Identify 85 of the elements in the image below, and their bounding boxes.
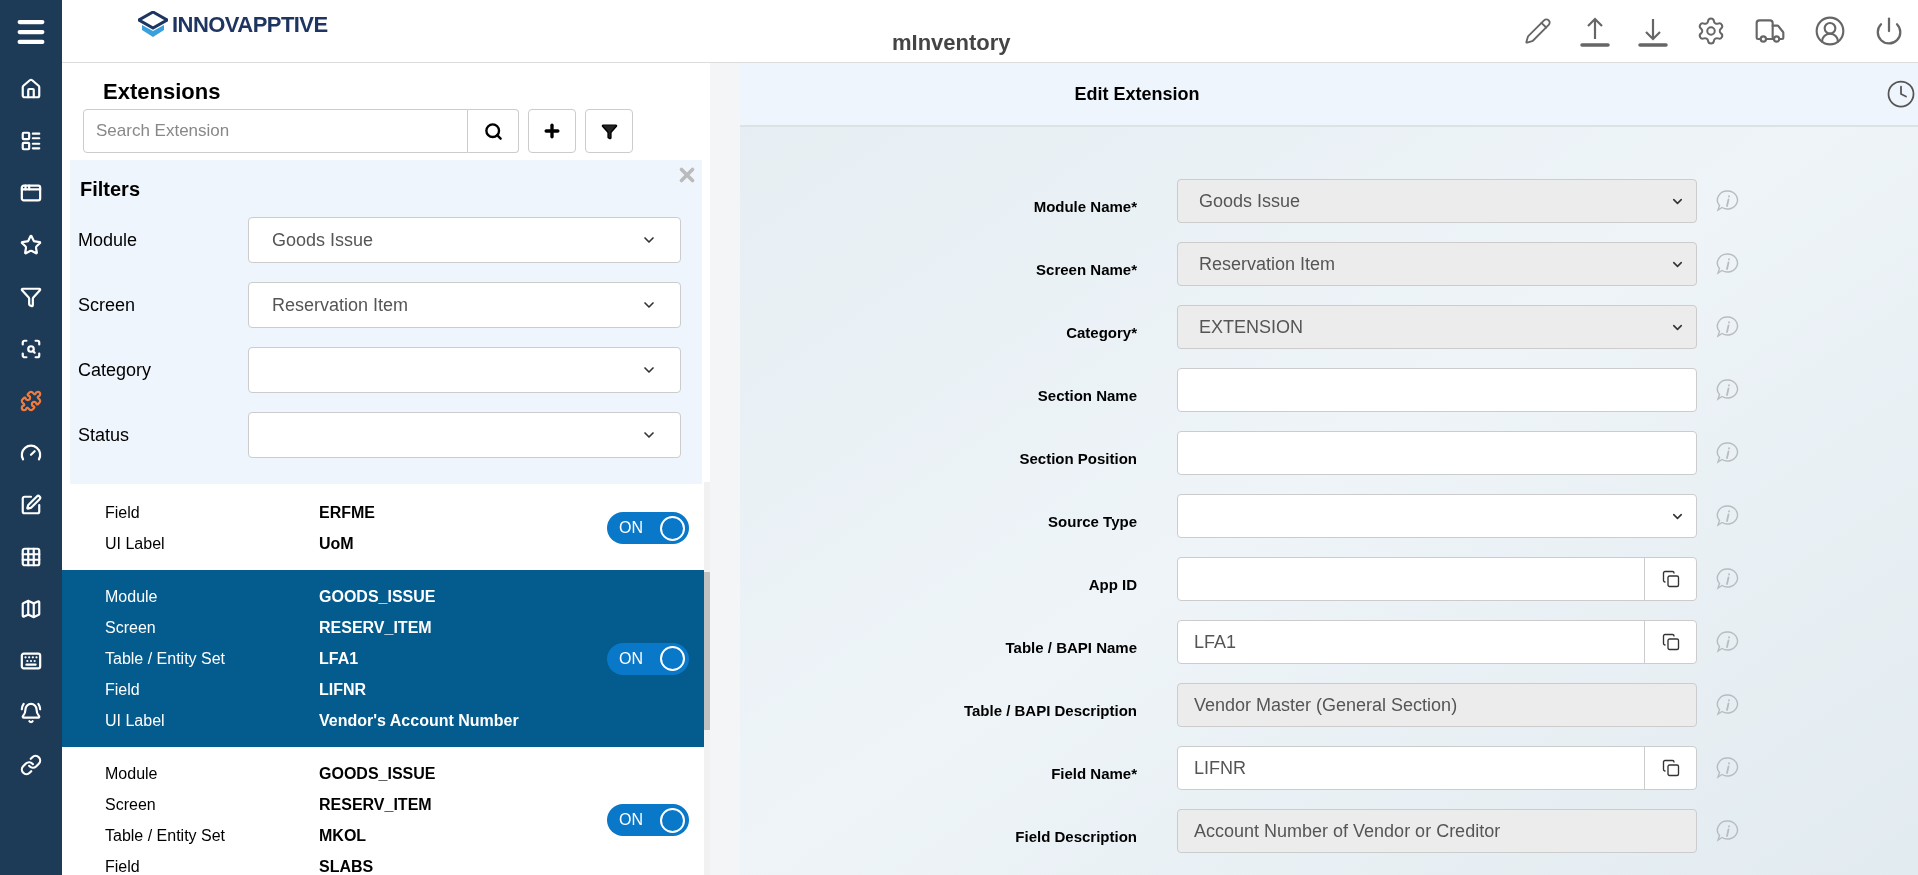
form-label: Section Name [1036,385,1137,406]
toggle-switch[interactable]: ON [607,804,689,836]
add-button[interactable] [528,109,576,153]
field-value: LIFNR [319,679,367,700]
bell-icon [20,702,42,724]
filter-label: Module [78,228,139,252]
logo-icon [138,10,168,39]
link-icon [20,754,42,776]
window-icon [20,182,42,204]
lookup-field[interactable]: LFA1 [1177,620,1697,664]
field-value: SLABS [319,856,374,875]
panel-title: Extensions [103,78,222,105]
field-label: UI Label [105,710,166,731]
edit-title: Edit Extension [1073,82,1201,106]
field-value: RESERV_ITEM [319,617,432,638]
power-icon[interactable] [1874,16,1904,46]
filter-select[interactable]: Reservation Item [248,282,681,328]
copy-icon[interactable] [1661,633,1680,651]
field-label: Module [105,586,159,607]
filter-label: Screen [78,293,137,317]
form-label: Category* [1065,322,1137,343]
app-title: mInventory [892,29,1011,57]
edit-icon [20,494,42,516]
field-label: Screen [105,794,157,815]
filter-select[interactable]: Goods Issue [248,217,681,263]
form-label: Table / BAPI Description [962,700,1137,721]
form-label: Source Type [1047,511,1137,532]
filter-icon [20,286,42,308]
scrollbar[interactable] [704,482,710,875]
field-value: GOODS_ISSUE [319,763,436,784]
user-icon[interactable] [1814,15,1846,47]
filters-title: Filters [80,177,141,202]
field-value: LFA1 [319,648,359,669]
search-button[interactable] [468,109,519,153]
search-icon[interactable] [483,121,503,141]
toggle-switch[interactable]: ON [607,512,689,544]
copy-icon[interactable] [1661,759,1680,777]
plus-icon[interactable] [542,121,562,141]
form-label: Screen Name* [1035,259,1137,280]
filter-button[interactable] [585,109,633,153]
search-field[interactable]: Search Extension [83,109,468,153]
field-label: Table / Entity Set [105,648,227,669]
list-icon [20,130,42,152]
grid-icon [20,546,42,568]
logo-text: INNOVAPPTIVE [172,11,328,39]
field-label: Field [105,856,141,875]
filter-label: Category [78,358,153,382]
filter-label: Status [78,423,131,447]
edit-icon[interactable] [1524,17,1552,45]
lookup-field[interactable] [1177,557,1697,601]
history-icon[interactable] [1886,79,1916,109]
field-value: ERFME [319,502,375,523]
field-value: GOODS_ISSUE [319,586,436,607]
star-icon [20,234,42,256]
map-icon [20,598,42,620]
field-value: Vendor's Account Number [319,710,519,731]
toggle-switch[interactable]: ON [607,642,689,675]
input-field[interactable] [1177,368,1697,412]
filter-icon[interactable] [600,122,618,140]
field-value: UoM [319,533,354,554]
field-label: Table / Entity Set [105,825,227,846]
field-label: UI Label [105,533,166,554]
field-label: Screen [105,617,157,638]
field-value: RESERV_ITEM [319,794,432,815]
form-label: Field Name* [1050,763,1137,784]
upload-icon[interactable] [1580,15,1610,47]
field-value: MKOL [319,825,367,846]
settings-icon[interactable] [1696,16,1726,46]
form-label: Section Position [1018,448,1137,469]
form-label: Module Name* [1032,196,1137,217]
field-label: Module [105,763,159,784]
select-field[interactable] [1177,494,1697,538]
field-label: Field [105,679,141,700]
keyboard-icon [20,650,42,672]
lookup-field[interactable]: LIFNR [1177,746,1697,790]
form-label: Field Description [1014,826,1137,847]
form-label: Table / BAPI Name [1004,637,1137,658]
puzzle-icon [20,390,42,412]
form-label: App ID [1087,574,1137,595]
search-window-icon [20,338,42,360]
home-icon [20,78,42,100]
input-field[interactable] [1177,431,1697,475]
copy-icon[interactable] [1661,570,1680,588]
extension-card[interactable]: Module GOODS_ISSUE Screen RESERV_ITEM Table / Entity Set LFA1 Field LIFNR UI Label Vendor's Account Number ON [62,570,704,747]
field-label: Field [105,502,141,523]
